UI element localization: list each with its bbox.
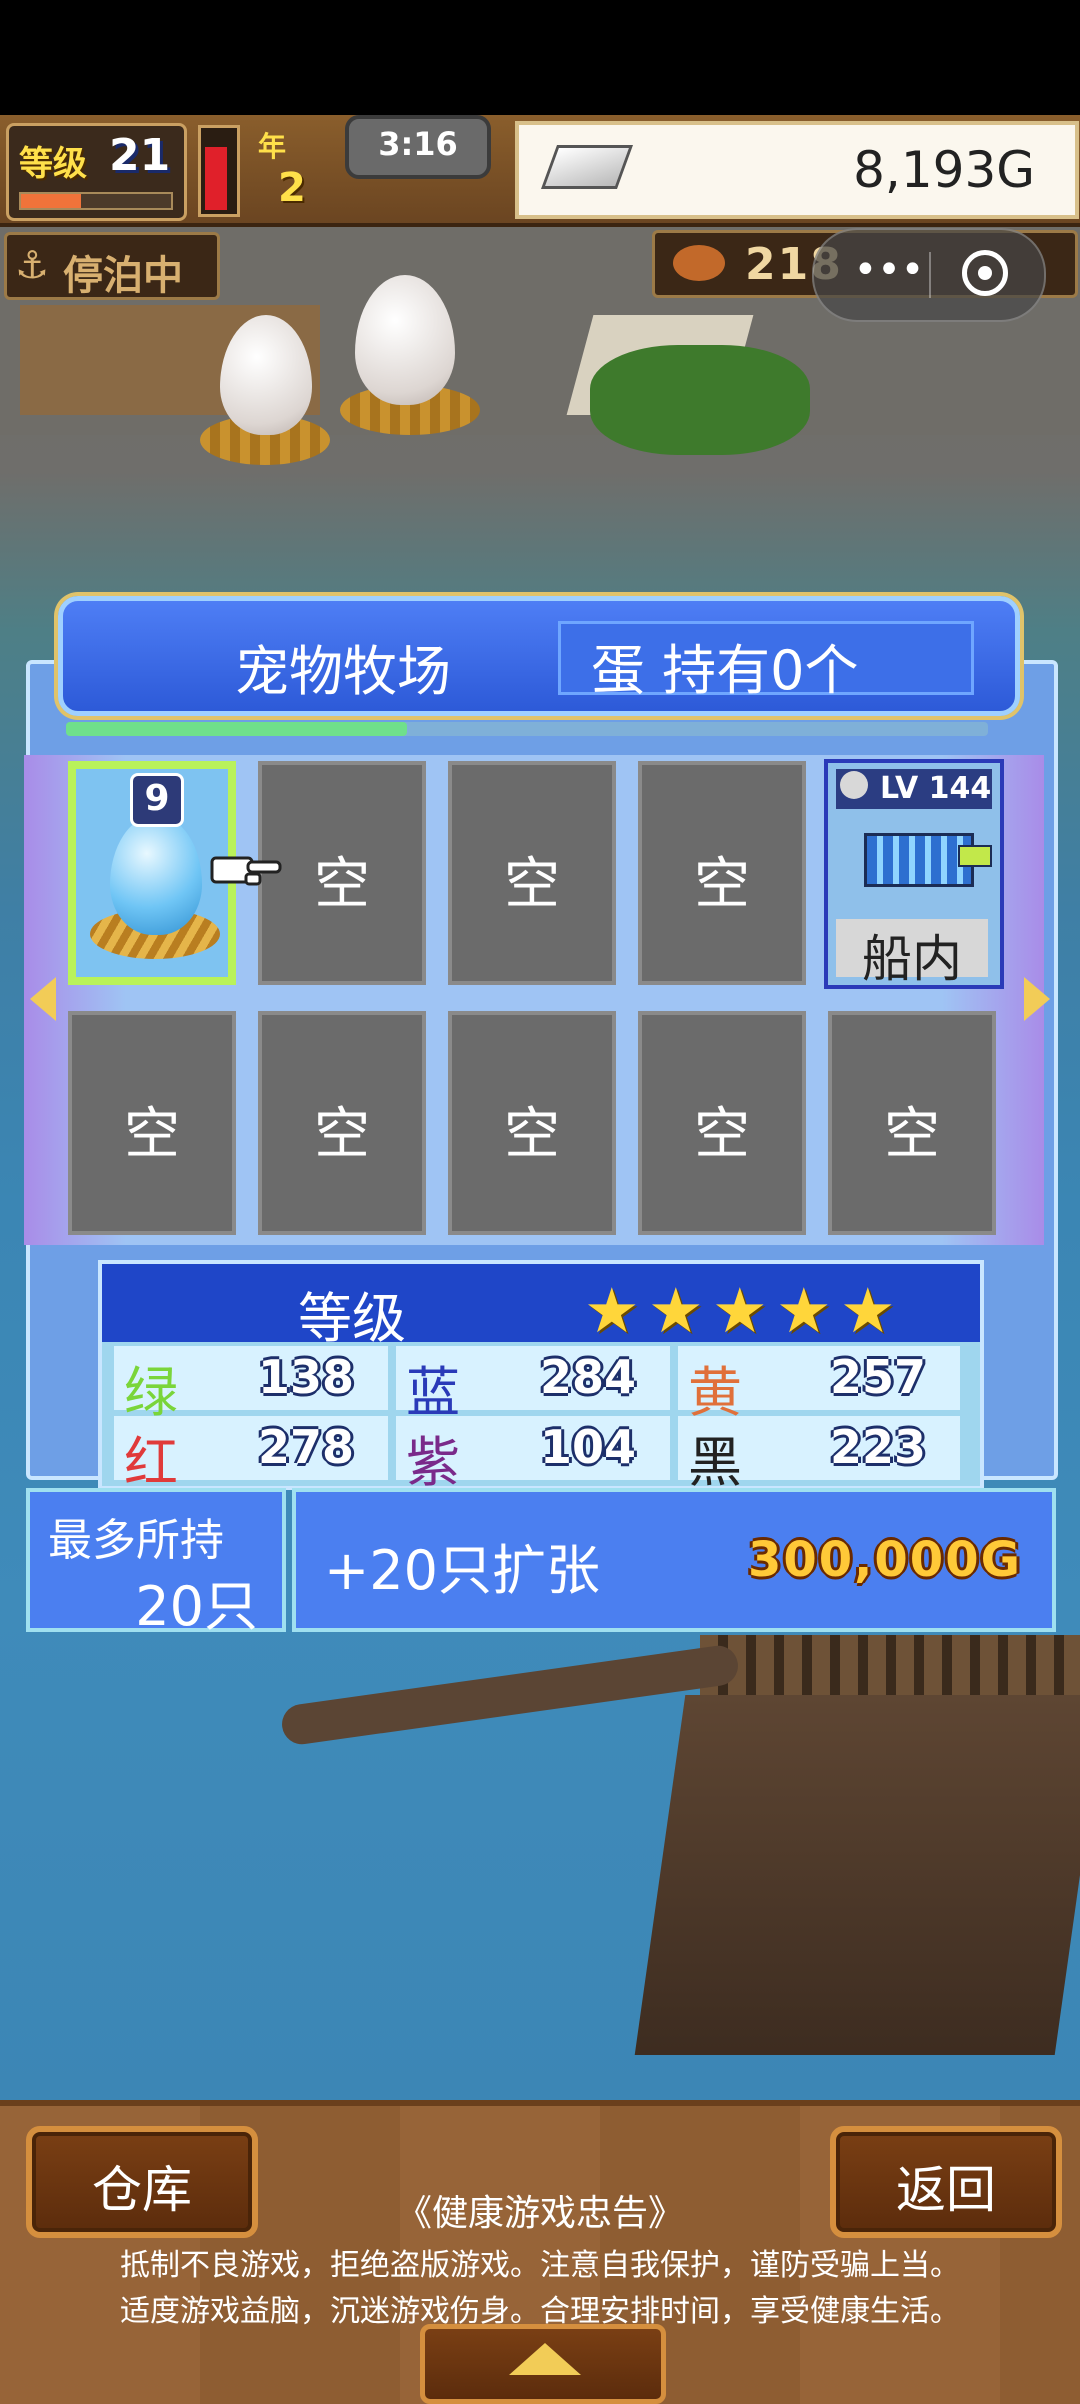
slot-empty[interactable]: 空 [68,1011,236,1235]
egg-count-text: 蛋 持有0个 [591,639,859,702]
orange-tree [590,345,810,455]
stat-value: 223 [829,1420,926,1474]
slot-grid: 9 空 空 空 LV 144 船内 空 空 空 空 空 [24,755,1044,1245]
slot-label: 空 [694,1102,750,1167]
year-box: 年 2 [248,123,348,215]
food-icon [673,245,725,281]
time-box: 3:16 [345,115,491,179]
stat-name: 黑 [688,1431,742,1494]
slot-empty[interactable]: 空 [448,1011,616,1235]
slot-label: 空 [124,1102,180,1167]
level-value: 21 [109,130,171,181]
stamina-fill [205,147,227,210]
stat-value: 284 [539,1350,636,1404]
slot-label: 空 [884,1102,940,1167]
stats-header: 等级 ★ ★ ★ ★ ★ [102,1264,980,1350]
page-right-arrow-icon[interactable] [1024,977,1050,1021]
expand-menu-button[interactable] [420,2324,666,2404]
level-label: 等级 [19,144,87,184]
ranch-progress-bar [66,722,988,736]
star-icon: ★ [584,1274,640,1347]
anchored-label: 停泊中 [63,253,183,299]
stat-name: 紫 [406,1431,460,1494]
money-box: 8,193G [515,121,1079,219]
stat-cell-purple: 紫 104 [396,1416,670,1494]
ship-hull [634,1695,1080,2055]
year-label: 年 [258,130,287,163]
slot-ship[interactable]: LV 144 船内 [824,759,1004,989]
stamina-bar [198,125,240,217]
ship-label-box: 船内 [836,919,988,988]
anchored-badge: ⚓ 停泊中 [4,232,220,300]
stats-title: 等级 [298,1287,406,1350]
star-icon: ★ [712,1274,768,1347]
star-icon: ★ [840,1274,896,1347]
close-dot [978,266,992,280]
stat-name: 红 [124,1431,178,1494]
slot-empty[interactable]: 空 [448,761,616,985]
egg-number-badge: 9 [130,773,184,827]
cannon-barrel [958,845,992,867]
slot-empty[interactable]: 空 [828,1011,996,1235]
ship-label: 船内 [862,930,962,988]
bottom-bar: 仓库 返回 《健康游戏忠告》 抵制不良游戏，拒绝盗版游戏。注意自我保护，谨防受骗… [0,2100,1080,2404]
ship-level-dot [840,771,868,799]
panel-title-bar: 宠物牧场 蛋 持有0个 [58,596,1020,716]
stats-table: 等级 ★ ★ ★ ★ ★ 绿 138 蓝 284 黄 257 红 278 紫 1… [98,1260,984,1494]
slot-empty[interactable]: 空 [258,1011,426,1235]
slot-label: 空 [694,852,750,917]
capacity-box: 最多所持 20只 [26,1488,286,1638]
stat-cell-black: 黑 223 [678,1416,960,1494]
slot-empty[interactable]: 空 [638,1011,806,1235]
up-arrow-icon [509,2343,581,2375]
miniprogram-capsule: ••• [812,228,1046,322]
stat-cell-green: 绿 138 [114,1346,388,1424]
blue-egg-icon [110,815,202,935]
slot-empty[interactable]: 空 [638,761,806,985]
stat-value: 104 [539,1420,636,1474]
health-notice-title: 《健康游戏忠告》 [395,2193,684,2234]
ranch-progress-fill [66,722,408,736]
star-icon: ★ [776,1274,832,1347]
expand-button[interactable]: +20只扩张 300,000G [292,1488,1056,1632]
stat-value: 257 [829,1350,926,1404]
panel-title: 宠物牧场 [235,640,451,703]
star-icon: ★ [648,1274,704,1347]
silver-bar-icon [540,145,634,189]
expand-label: +20只扩张 [324,1539,600,1602]
slot-label: 空 [314,852,370,917]
slot-label: 空 [314,1102,370,1167]
slot-label: 空 [504,852,560,917]
capacity-label: 最多所持 [48,1515,224,1566]
egg-count-box: 蛋 持有0个 [558,621,974,702]
capsule-divider [929,252,931,298]
level-progress-bar [19,192,173,210]
pointing-hand-icon [210,856,282,886]
stat-value: 278 [257,1420,354,1474]
capacity-value: 20只 [135,1575,258,1638]
stat-cell-red: 红 278 [114,1416,388,1494]
stat-cell-yellow: 黄 257 [678,1346,960,1424]
expand-price: 300,000G [747,1532,1022,1588]
time-text: 3:16 [378,125,458,163]
year-value: 2 [278,165,306,211]
top-hud: 等级 21 年 2 3:16 8,193G [0,115,1080,227]
level-progress-fill [21,194,81,208]
more-dots-icon[interactable]: ••• [844,248,934,298]
health-notice-line1: 抵制不良游戏，拒绝盗版游戏。注意自我保护，谨防受骗上当。 [120,2248,960,2283]
slot-label: 空 [504,1102,560,1167]
anchor-icon: ⚓ [15,243,50,287]
page-left-arrow-icon[interactable] [30,977,56,1021]
money-text: 8,193G [853,141,1035,199]
stat-cell-blue: 蓝 284 [396,1346,670,1424]
ship-bowsprit [279,1643,741,1747]
level-box: 等级 21 [6,123,187,221]
stat-value: 138 [257,1350,354,1404]
target-close-icon[interactable] [962,250,1008,296]
